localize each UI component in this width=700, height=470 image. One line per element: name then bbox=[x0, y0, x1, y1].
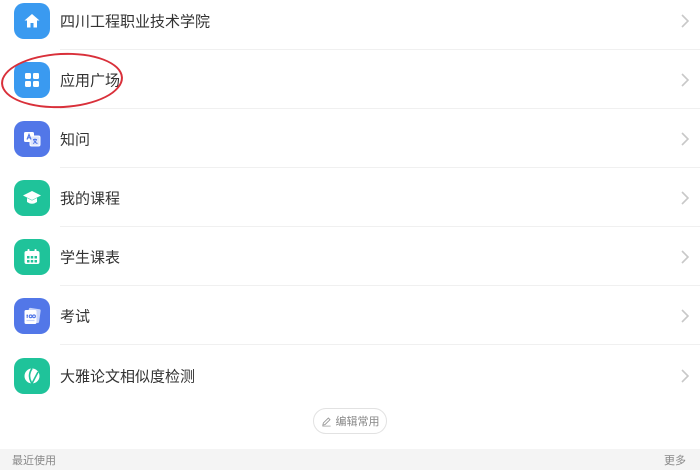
pencil-icon bbox=[321, 416, 331, 426]
dialog-leaf-icon bbox=[14, 357, 50, 394]
chevron-right-icon bbox=[681, 131, 690, 146]
menu-item-label: 大雅论文相似度检测 bbox=[60, 367, 196, 385]
menu-item-label: 应用广场 bbox=[60, 71, 121, 89]
chevron-right-icon bbox=[681, 190, 690, 205]
chevron-right-icon bbox=[681, 72, 690, 87]
grid-apps-icon bbox=[14, 61, 50, 98]
menu-item-label: 考试 bbox=[60, 307, 91, 325]
menu-item-app-square[interactable]: 应用广场 bbox=[0, 50, 700, 109]
menu-item-label: 四川工程职业技术学院 bbox=[60, 12, 211, 30]
recent-section-header: 最近使用 更多 bbox=[0, 449, 700, 470]
divider bbox=[60, 344, 700, 345]
menu-item-plagiarism-check[interactable]: 大雅论文相似度检测 bbox=[0, 346, 700, 405]
menu-item-zhiwen[interactable]: 知问 bbox=[0, 109, 700, 168]
chevron-right-icon bbox=[681, 249, 690, 264]
more-link[interactable]: 更多 bbox=[664, 452, 686, 468]
edit-favorites-label: 编辑常用 bbox=[335, 415, 380, 428]
home-icon bbox=[14, 2, 50, 39]
chevron-right-icon bbox=[681, 13, 690, 28]
menu-item-timetable[interactable]: 学生课表 bbox=[0, 227, 700, 286]
chevron-right-icon bbox=[681, 308, 690, 323]
menu-item-label: 学生课表 bbox=[60, 248, 121, 266]
menu-item-my-courses[interactable]: 我的课程 bbox=[0, 168, 700, 227]
recent-title: 最近使用 bbox=[12, 453, 56, 467]
qa-translate-icon bbox=[14, 120, 50, 157]
menu-item-label: 我的课程 bbox=[60, 189, 121, 207]
chevron-right-icon bbox=[681, 368, 690, 383]
edit-favorites-button[interactable]: 编辑常用 bbox=[313, 408, 387, 434]
exam-paper-icon bbox=[14, 297, 50, 334]
menu-item-school[interactable]: 四川工程职业技术学院 bbox=[0, 0, 700, 50]
menu-item-label: 知问 bbox=[60, 130, 91, 148]
graduation-cap-icon bbox=[14, 179, 50, 216]
calendar-icon bbox=[14, 238, 50, 275]
menu-item-exam[interactable]: 考试 bbox=[0, 286, 700, 345]
